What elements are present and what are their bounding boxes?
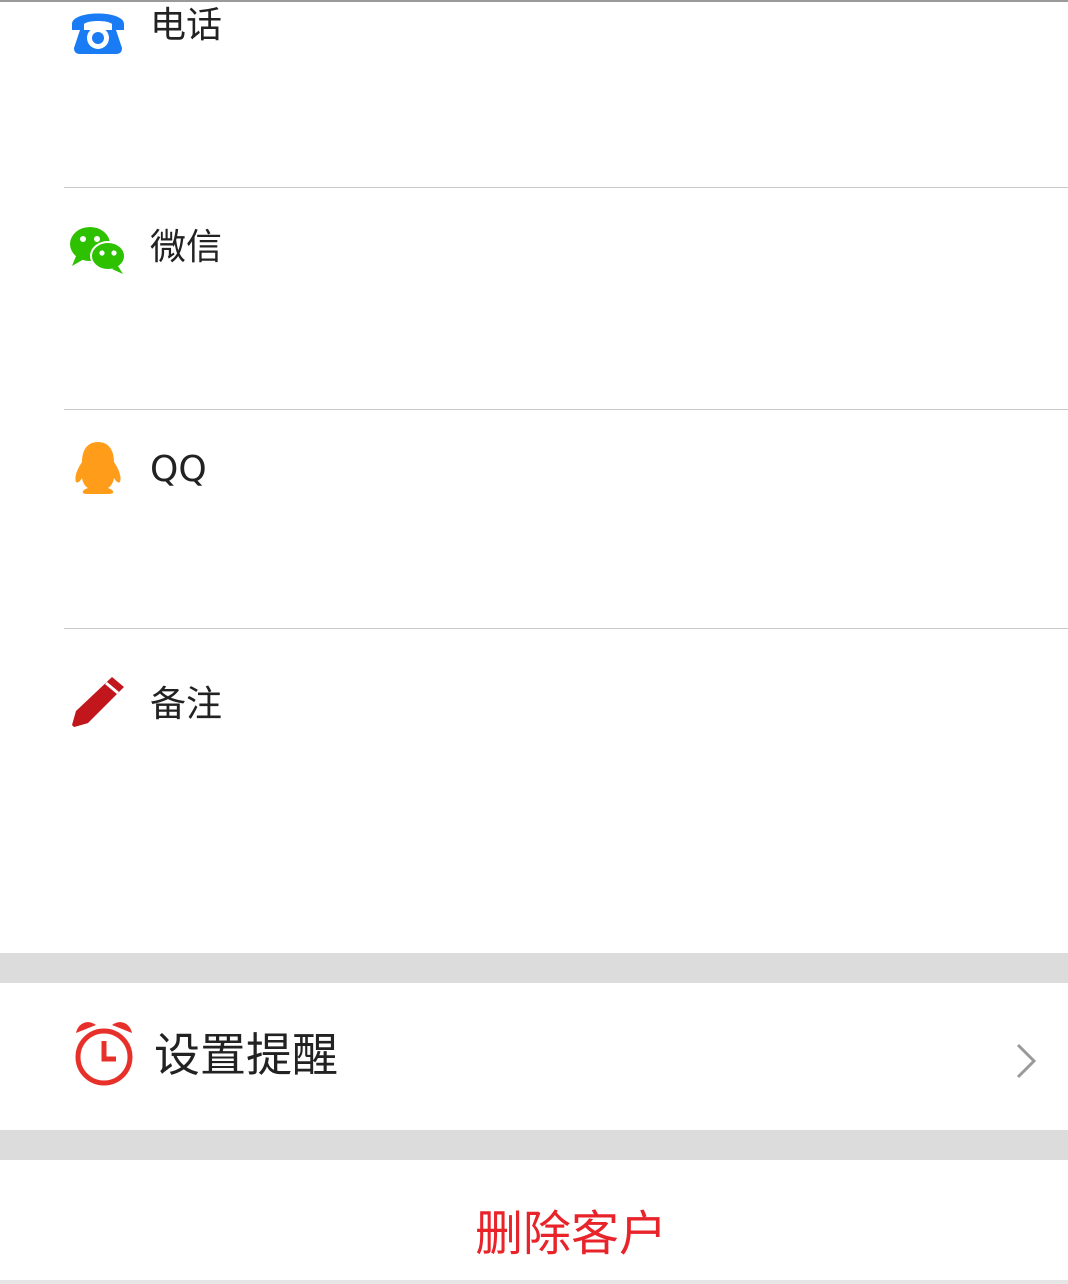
wechat-icon [68,224,128,280]
chevron-right-icon [1012,1041,1040,1081]
field-label-qq: QQ [150,449,207,490]
delete-customer-button[interactable]: 删除客户 [0,1160,1068,1284]
field-row-wechat[interactable]: 微信 [0,188,1068,409]
alarm-clock-icon [72,1021,136,1087]
section-separator [0,953,1068,983]
section-separator [0,1130,1068,1160]
set-reminder-label: 设置提醒 [154,1028,338,1082]
delete-customer-label: 删除客户 [474,1206,667,1262]
field-row-note[interactable]: 备注 [0,629,1068,953]
field-label-phone: 电话 [150,5,223,46]
field-row-phone[interactable]: 电话 [0,2,1068,187]
phone-icon [68,4,128,60]
bottom-border [0,1280,1068,1284]
pencil-icon [68,675,128,731]
set-reminder-row[interactable]: 设置提醒 [0,983,1068,1130]
field-label-note: 备注 [150,684,223,725]
qq-penguin-icon [68,440,128,496]
field-label-wechat: 微信 [150,227,223,268]
field-row-qq[interactable]: QQ [0,410,1068,628]
